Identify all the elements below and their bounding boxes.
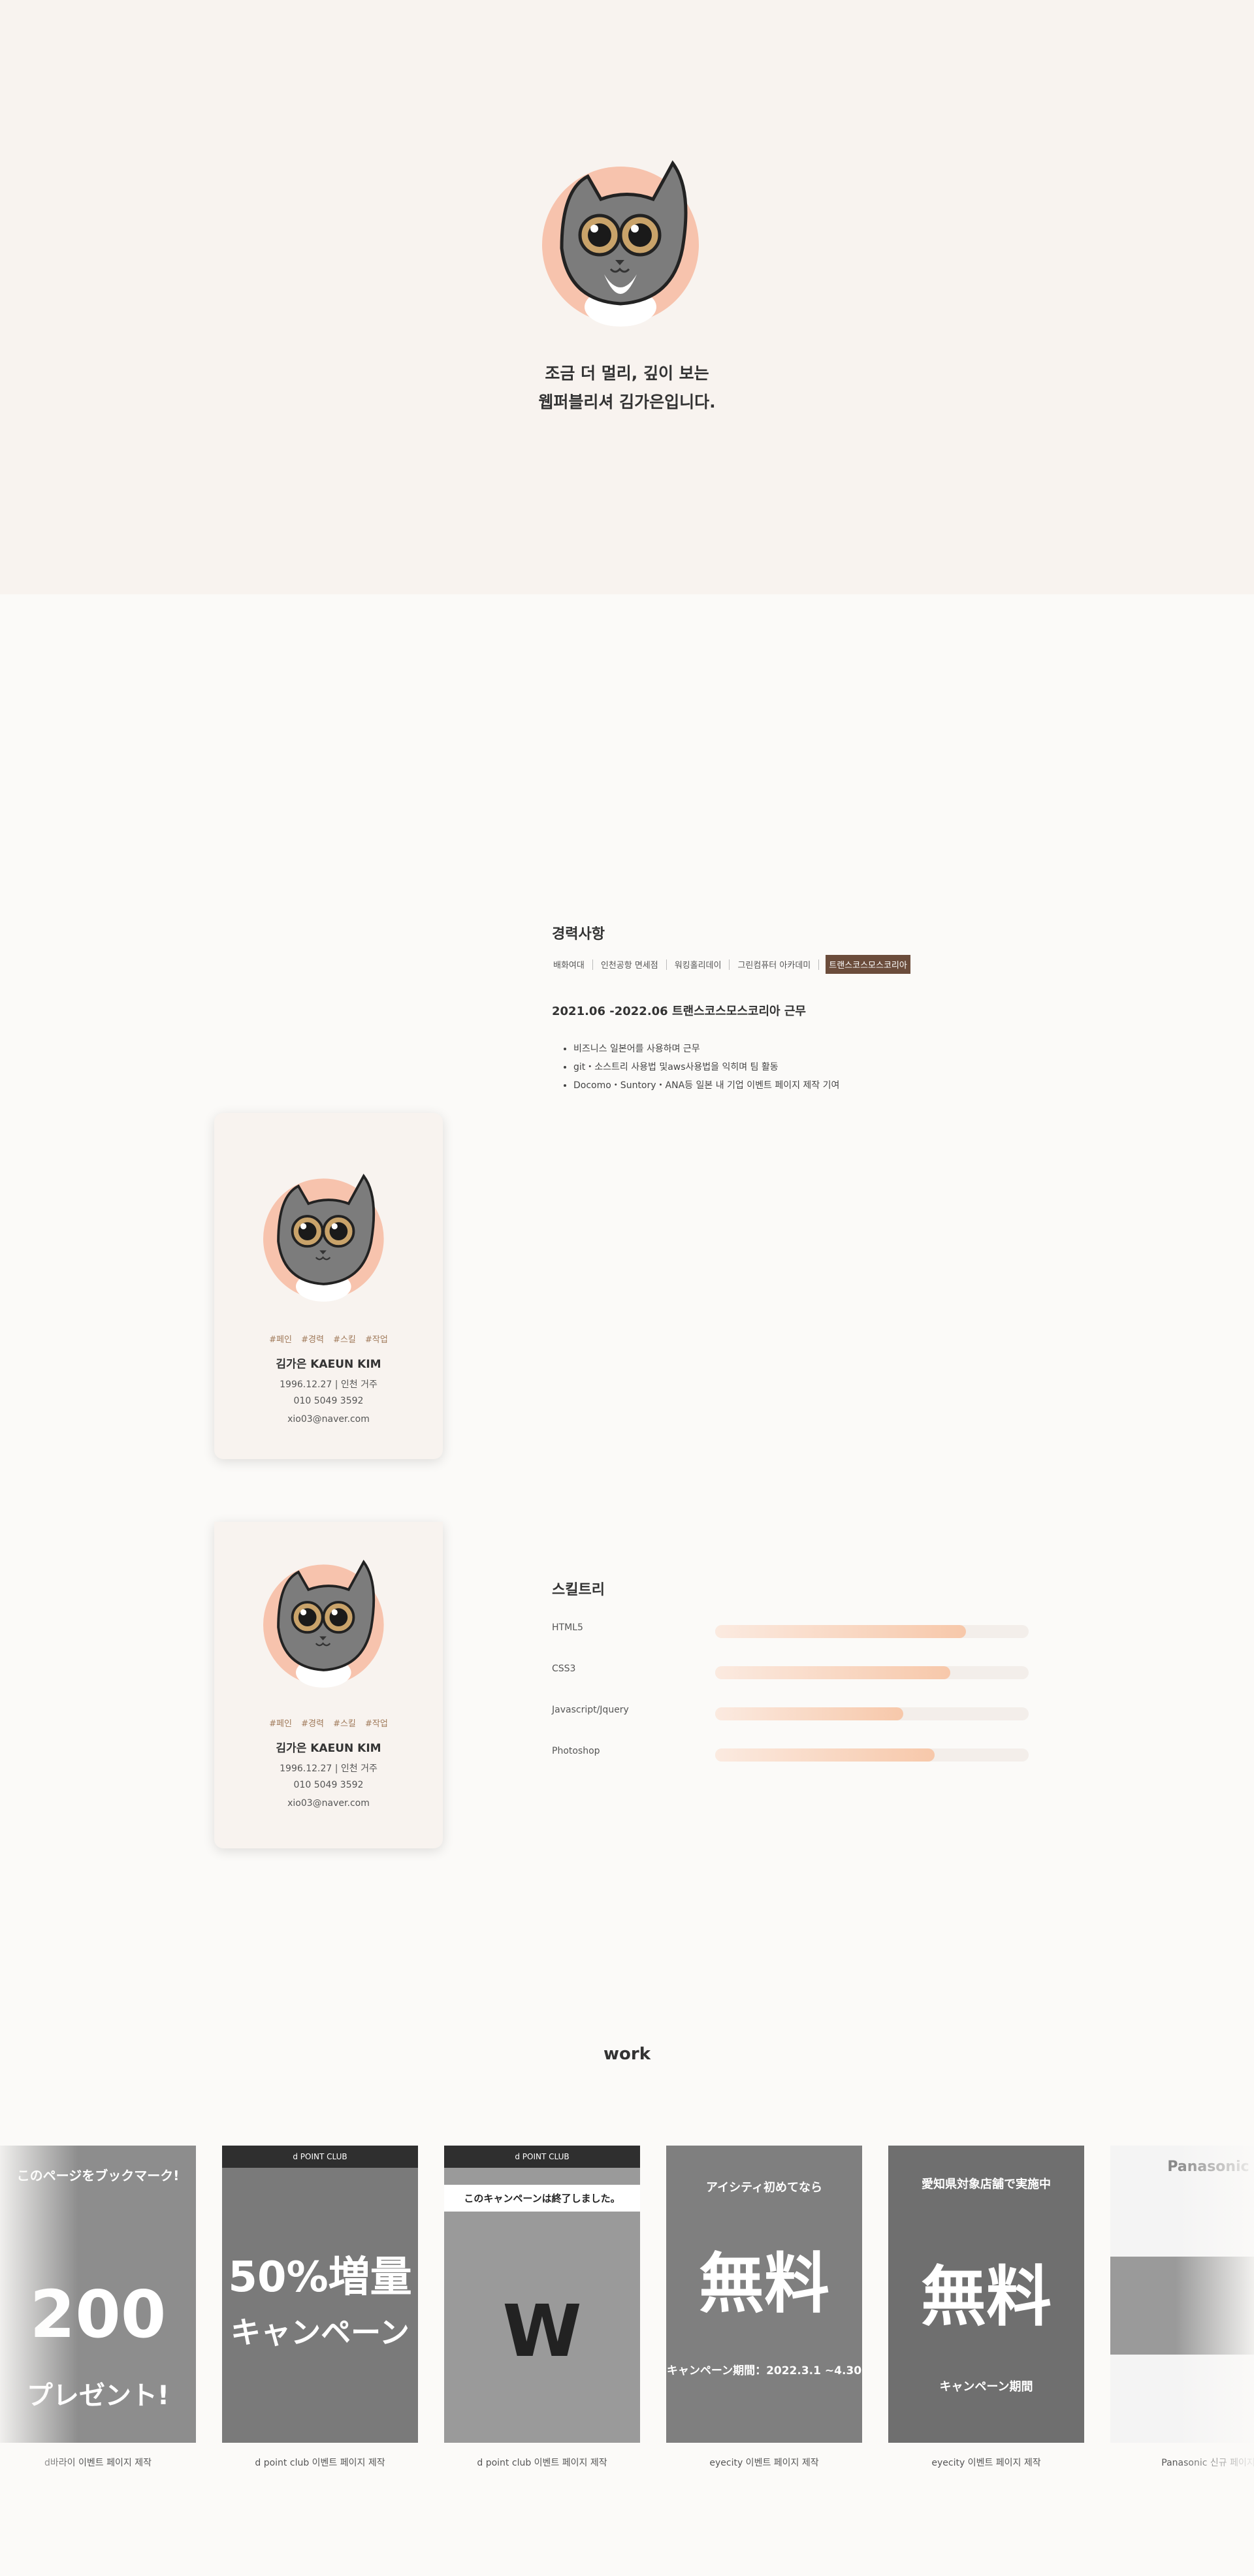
thumb-sub-text: キャンペーン期間：2022.3.1 ~4.30 <box>666 2364 862 2377</box>
tab-divider <box>592 959 593 970</box>
work-card[interactable]: d POINT CLUB 50%増量 キャンペーン d point club 이… <box>222 2146 418 2469</box>
work-thumbnail[interactable]: d POINT CLUB 50%増量 キャンペーン <box>222 2146 418 2443</box>
career-tab-0[interactable]: 배화여대 <box>552 956 586 973</box>
skill-label: CSS3 <box>552 1664 576 1674</box>
skills-title: 스킬트리 <box>552 1582 605 1598</box>
thumb-top-text: 愛知県対象店舗で実施中 <box>922 2178 1051 2191</box>
profile-email[interactable]: xio03@naver.com <box>214 1414 443 1425</box>
work-title: work <box>603 2044 651 2064</box>
tab-divider <box>729 959 730 970</box>
cat-avatar-icon <box>263 1173 384 1302</box>
slider-fade-right <box>1176 1986 1254 2521</box>
profile-phone: 010 5049 3592 <box>293 1396 364 1406</box>
hero-intro: 조금 더 멀리, 깊이 보는 웹퍼블리셔 김가은입니다. <box>0 359 1254 417</box>
tag-link[interactable]: #페인 <box>269 1335 292 1345</box>
tag-link[interactable]: #경력 <box>301 1719 324 1729</box>
profile-card: #페인 #경력 #스킬 #작업 김가은 KAEUN KIM 1996.12.27… <box>214 1113 443 1459</box>
tag-link[interactable]: #작업 <box>365 1719 388 1729</box>
skill-row: Javascript/Jquery <box>552 1702 1029 1722</box>
profile-name: 김가은 KAEUN KIM <box>276 1358 381 1371</box>
skill-label: Photoshop <box>552 1746 600 1756</box>
profile-card: #페인 #경력 #스킬 #작업 김가은 KAEUN KIM 1996.12.27… <box>214 1522 443 1848</box>
list-item: 비즈니스 일본어를 사용하며 근무 <box>573 1040 839 1058</box>
hero-line-2: 웹퍼블리셔 김가은입니다. <box>538 393 716 411</box>
work-caption: eyecity 이벤트 페이지 제작 <box>709 2458 819 2468</box>
tag-link[interactable]: #스킬 <box>333 1719 356 1729</box>
tag-link[interactable]: #작업 <box>365 1335 388 1345</box>
tab-divider <box>666 959 667 970</box>
profile-tags: #페인 #경력 #스킬 #작업 <box>214 1332 443 1345</box>
thumb-main-text: 50%増量 <box>228 2253 412 2302</box>
tag-link[interactable]: #페인 <box>269 1719 292 1729</box>
career-tab-1[interactable]: 인천공항 면세점 <box>600 956 660 973</box>
skill-bar-fill <box>715 1625 966 1638</box>
career-tab-3[interactable]: 그린컴퓨터 아카데미 <box>736 956 812 973</box>
work-caption: eyecity 이벤트 페이지 제작 <box>931 2458 1041 2468</box>
profile-name: 김가은 KAEUN KIM <box>276 1742 381 1755</box>
profile-birth-location: 1996.12.27 | 인천 거주 <box>280 1379 378 1390</box>
skill-bar-track <box>715 1666 1029 1679</box>
thumb-top-text: d POINT CLUB <box>222 2146 418 2168</box>
skill-bar-track <box>715 1625 1029 1638</box>
career-title: 경력사항 <box>552 926 605 942</box>
work-card[interactable]: アイシティ初めてなら 無料 キャンペーン期間：2022.3.1 ~4.30 ey… <box>666 2146 862 2469</box>
career-tabs: 배화여대 인천공항 면세점 워킹홀리데이 그린컴퓨터 아카데미 트랜스코스모스코… <box>552 955 910 974</box>
thumb-sub-text: キャンペーン <box>231 2315 410 2350</box>
slider-fade-left <box>0 1986 78 2521</box>
thumb-main-text: 無料 <box>921 2259 1052 2335</box>
tab-divider <box>818 959 820 970</box>
work-caption: d point club 이벤트 페이지 제작 <box>255 2458 385 2468</box>
career-list: 비즈니스 일본어를 사용하며 근무 git・소스트리 사용법 및aws사용법을 … <box>573 1040 839 1095</box>
thumb-main-text: 無料 <box>699 2246 829 2322</box>
work-card[interactable]: d POINT CLUB このキャンペーンは終了しました。 W d point … <box>444 2146 640 2469</box>
skill-bar-fill <box>715 1707 903 1720</box>
skill-bar-fill <box>715 1748 935 1762</box>
profile-tags: #페인 #경력 #스킬 #작업 <box>214 1716 443 1729</box>
list-item: Docomo・Suntory・ANA등 일본 내 기업 이벤트 페이지 제작 기… <box>573 1076 839 1095</box>
thumb-sub-text: このキャンペーンは終了しました。 <box>444 2185 640 2212</box>
work-thumbnail[interactable]: 愛知県対象店舗で実施中 無料 キャンペーン期間 <box>888 2146 1084 2443</box>
thumb-main-text: W <box>502 2289 582 2373</box>
profile-email[interactable]: xio03@naver.com <box>214 1798 443 1809</box>
hero-line-1: 조금 더 멀리, 깊이 보는 <box>545 364 709 383</box>
skill-row: HTML5 <box>552 1620 1029 1639</box>
hero-section: 조금 더 멀리, 깊이 보는 웹퍼블리셔 김가은입니다. <box>0 0 1254 594</box>
thumb-top-text: アイシティ初めてなら <box>705 2181 823 2195</box>
skill-bar-fill <box>715 1666 950 1679</box>
skill-bar-track <box>715 1707 1029 1720</box>
skill-label: Javascript/Jquery <box>552 1705 629 1715</box>
career-heading: 2021.06 -2022.06 트랜스코스모스코리아 근무 <box>552 1005 806 1018</box>
skill-bar-track <box>715 1748 1029 1762</box>
tag-link[interactable]: #경력 <box>301 1335 324 1345</box>
skill-label: HTML5 <box>552 1622 583 1633</box>
work-thumbnail[interactable]: アイシティ初めてなら 無料 キャンペーン期間：2022.3.1 ~4.30 <box>666 2146 862 2443</box>
tag-link[interactable]: #스킬 <box>333 1335 356 1345</box>
work-card[interactable]: 愛知県対象店舗で実施中 無料 キャンペーン期間 eyecity 이벤트 페이지 … <box>888 2146 1084 2469</box>
work-thumbnail[interactable]: d POINT CLUB このキャンペーンは終了しました。 W <box>444 2146 640 2443</box>
profile-phone: 010 5049 3592 <box>293 1780 364 1790</box>
career-tab-2[interactable]: 워킹홀리데이 <box>673 956 723 973</box>
cat-avatar-icon <box>542 160 699 327</box>
list-item: git・소스트리 사용법 및aws사용법을 익히며 팀 활동 <box>573 1058 839 1076</box>
career-tab-4[interactable]: 트랜스코스모스코리아 <box>826 955 910 974</box>
profile-birth-location: 1996.12.27 | 인천 거주 <box>280 1763 378 1774</box>
thumb-top-text: d POINT CLUB <box>444 2146 640 2168</box>
cat-avatar-icon <box>263 1559 384 1688</box>
work-caption: d point club 이벤트 페이지 제작 <box>477 2458 607 2468</box>
skill-row: CSS3 <box>552 1661 1029 1681</box>
skill-row: Photoshop <box>552 1743 1029 1763</box>
thumb-sub-text: キャンペーン期間 <box>939 2380 1033 2394</box>
